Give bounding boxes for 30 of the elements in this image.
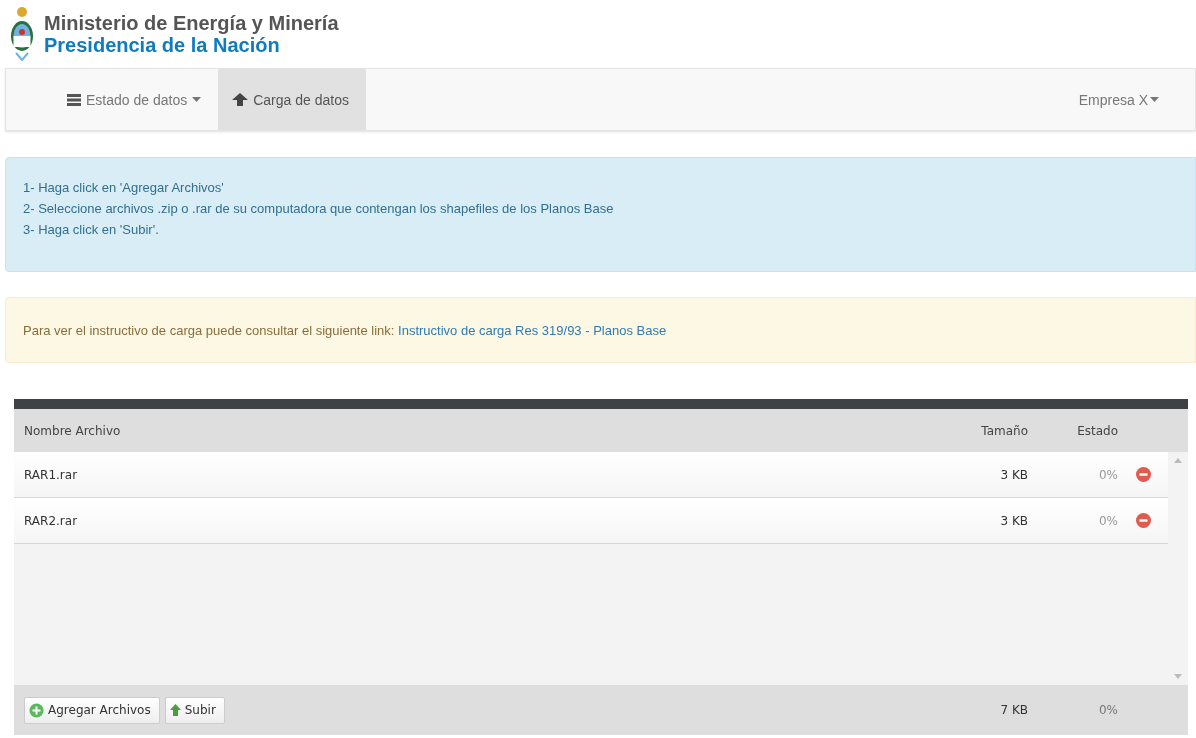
instruction-line: 1- Haga click en 'Agregar Archivos' xyxy=(23,179,225,197)
remove-icon[interactable] xyxy=(1135,513,1151,528)
nav-tab[interactable]: Estado de datos xyxy=(53,69,219,130)
nav-tab[interactable]: Carga de datos xyxy=(218,69,366,130)
column-header: Tamaño xyxy=(980,423,1028,438)
total-size: 7 KB xyxy=(999,703,1028,717)
instruction-line: 3- Haga click en 'Subir'. xyxy=(23,221,160,239)
cloud-upload-icon xyxy=(232,93,249,106)
column-header: Nombre Archivo xyxy=(24,423,122,438)
file-size: 3 KB xyxy=(999,467,1028,482)
user-menu[interactable]: Empresa X xyxy=(1064,69,1195,130)
file-name: RAR2.rar xyxy=(24,513,79,528)
file-size: 3 KB xyxy=(999,513,1028,528)
warning-text: Para ver el instructivo de carga puede consultar el siguiente link: Instructivo de carga Res 319/93 - Planos Base xyxy=(23,322,667,338)
remove-icon[interactable] xyxy=(1135,467,1151,482)
plus-circle-icon xyxy=(29,702,44,718)
file-status: 0% xyxy=(1097,513,1118,528)
instruction-line: 2- Seleccione archivos .zip o .rar de su computadora que contengan los shapefiles de los Planos Base xyxy=(23,200,615,218)
add-files-button[interactable]: Agregar Archivos xyxy=(24,696,160,724)
file-name: RAR1.rar xyxy=(24,467,79,482)
total-status: 0% xyxy=(1097,703,1118,717)
arrow-up-icon xyxy=(169,704,181,716)
ministry-title: Ministerio de Energía y Minería xyxy=(44,12,339,34)
server-icon xyxy=(67,93,81,106)
instructions-link[interactable]: Instructivo de carga Res 319/93 - Planos Base xyxy=(398,322,667,338)
file-status: 0% xyxy=(1097,467,1118,482)
upload-button[interactable]: Subir xyxy=(164,696,225,724)
ministry-subtitle: Presidencia de la Nación xyxy=(44,34,281,56)
column-header: Estado xyxy=(1076,423,1118,438)
coat-of-arms-icon xyxy=(10,6,34,62)
